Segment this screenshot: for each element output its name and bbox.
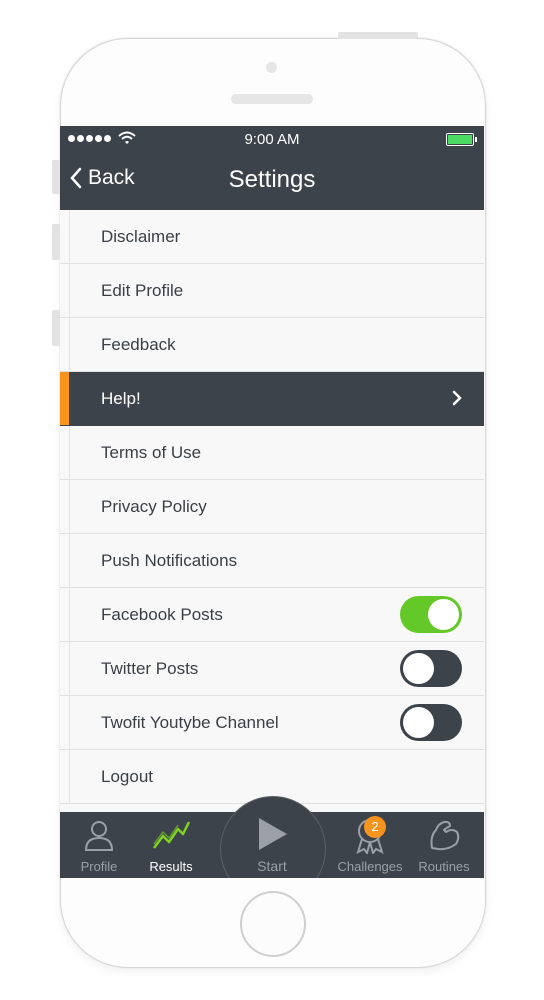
- tab-label: Profile: [80, 859, 118, 874]
- twitter-posts-toggle[interactable]: [400, 650, 462, 687]
- settings-item-disclaimer[interactable]: Disclaimer: [60, 210, 484, 264]
- settings-item-help[interactable]: Help!: [60, 372, 484, 426]
- flexed-arm-icon: [430, 820, 460, 851]
- settings-item-youtube-channel: Twofit Youtybe Channel: [60, 696, 484, 750]
- start-button[interactable]: Start: [220, 796, 324, 878]
- settings-item-facebook-posts: Facebook Posts: [60, 588, 484, 642]
- settings-list: Disclaimer Edit Profile Feedback Help! T…: [60, 210, 484, 804]
- settings-item-label: Twofit Youtybe Channel: [101, 713, 279, 732]
- status-time: 9:00 AM: [244, 131, 300, 148]
- power-button: [338, 32, 418, 39]
- play-icon: [259, 818, 287, 850]
- profile-icon: [84, 821, 114, 851]
- tab-bar: Profile Results Start 2 Challenges Routi…: [60, 796, 484, 878]
- settings-item-push-notifications[interactable]: Push Notifications: [60, 534, 484, 588]
- front-camera: [266, 62, 277, 73]
- selected-indicator: [60, 372, 69, 425]
- settings-item-label: Facebook Posts: [101, 605, 223, 624]
- earpiece-speaker: [231, 94, 313, 104]
- navigation-bar: Back Settings: [60, 152, 484, 210]
- challenges-badge: 2: [364, 816, 386, 838]
- home-button[interactable]: [240, 891, 306, 957]
- settings-item-twitter-posts: Twitter Posts: [60, 642, 484, 696]
- settings-item-label: Privacy Policy: [101, 497, 207, 516]
- battery-icon: [446, 133, 477, 146]
- settings-item-label: Logout: [101, 767, 153, 786]
- results-chart-icon: [153, 821, 191, 849]
- settings-item-label: Push Notifications: [101, 551, 238, 570]
- tab-profile[interactable]: Profile: [63, 812, 135, 878]
- back-button[interactable]: Back: [70, 166, 135, 190]
- volume-up-button: [52, 224, 60, 260]
- chevron-right-icon: [452, 390, 462, 406]
- settings-item-label: Twitter Posts: [101, 659, 199, 678]
- mute-switch: [52, 160, 60, 194]
- settings-item-label: Edit Profile: [101, 281, 184, 300]
- tab-challenges[interactable]: 2 Challenges: [334, 812, 406, 878]
- settings-item-label: Feedback: [101, 335, 176, 354]
- tab-label: Challenges: [337, 859, 403, 874]
- settings-item-label: Terms of Use: [101, 443, 202, 462]
- tab-label: Start: [257, 858, 287, 874]
- settings-item-feedback[interactable]: Feedback: [60, 318, 484, 372]
- tab-routines[interactable]: Routines: [408, 812, 480, 878]
- settings-item-terms-of-use[interactable]: Terms of Use: [60, 426, 484, 480]
- settings-item-label: Help!: [101, 389, 141, 408]
- chevron-left-icon: [70, 167, 82, 189]
- tab-label: Routines: [418, 859, 470, 874]
- facebook-posts-toggle[interactable]: [400, 596, 462, 633]
- settings-item-label: Disclaimer: [101, 227, 181, 246]
- back-label: Back: [88, 166, 135, 189]
- tab-label: Results: [149, 859, 193, 874]
- settings-item-privacy-policy[interactable]: Privacy Policy: [60, 480, 484, 534]
- app-screen: 9:00 AM Back Settings Disclaimer Edit Pr…: [60, 126, 484, 878]
- settings-item-edit-profile[interactable]: Edit Profile: [60, 264, 484, 318]
- youtube-channel-toggle[interactable]: [400, 704, 462, 741]
- volume-down-button: [52, 310, 60, 346]
- tab-results[interactable]: Results: [135, 812, 207, 878]
- status-bar: 9:00 AM: [60, 126, 484, 152]
